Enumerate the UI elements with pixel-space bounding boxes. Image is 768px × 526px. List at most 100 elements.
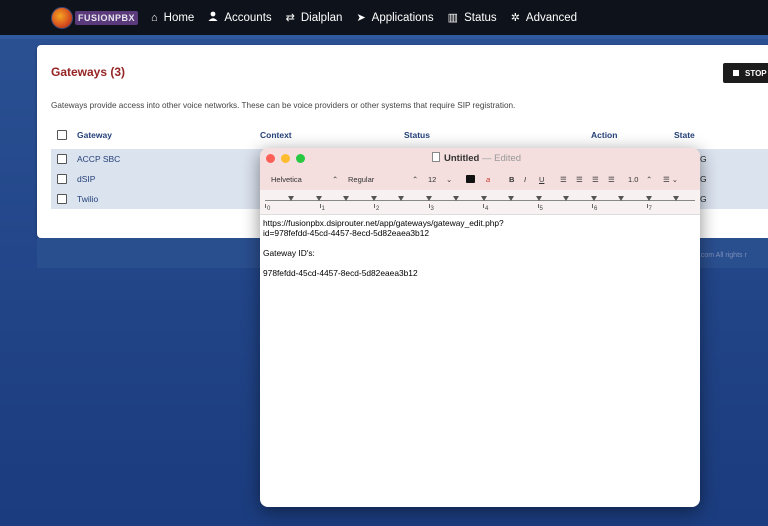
- text-color-swatch[interactable]: [466, 175, 475, 183]
- underline-button[interactable]: U: [539, 175, 544, 184]
- logo-text: FUSIONPBX: [75, 10, 139, 25]
- gateway-name-link[interactable]: Twilio: [77, 194, 98, 204]
- zoom-window-button[interactable]: [296, 154, 305, 163]
- nav-home[interactable]: ⌂ Home: [151, 12, 194, 24]
- tab-stop-marker[interactable]: [563, 196, 569, 201]
- column-state[interactable]: State: [674, 130, 695, 140]
- stop-button-label: STOP: [745, 68, 767, 78]
- tab-stop-marker[interactable]: [508, 196, 514, 201]
- row-state: G: [700, 194, 707, 204]
- tab-stop-marker[interactable]: [425, 196, 432, 201]
- nav-accounts-label: Accounts: [224, 11, 272, 24]
- font-style-chevron-icon[interactable]: ⌃: [412, 175, 418, 184]
- ruler-number: 2: [376, 206, 380, 212]
- close-window-button[interactable]: [266, 154, 275, 163]
- align-left-icon[interactable]: ☰: [560, 175, 567, 184]
- nav-dialplan[interactable]: ⇄ Dialplan: [285, 11, 343, 25]
- column-gateway[interactable]: Gateway: [77, 130, 112, 140]
- nav-home-label: Home: [163, 11, 195, 24]
- nav-advanced-label: Advanced: [525, 11, 578, 24]
- document-line: [263, 258, 693, 268]
- document-text-area[interactable]: https://fusionpbx.dsiprouter.net/app/gat…: [263, 218, 693, 278]
- gateway-name-link[interactable]: ACCP SBC: [77, 154, 120, 164]
- tab-stop-marker[interactable]: [343, 196, 349, 201]
- document-line: [263, 238, 693, 248]
- font-family-select[interactable]: Helvetica: [271, 175, 302, 184]
- nav-applications[interactable]: ➤ Applications: [356, 11, 433, 25]
- tab-stop-marker[interactable]: [673, 196, 679, 201]
- top-navbar: FUSIONPBX ⌂ Home Accounts ⇄ Dialplan ➤ A…: [0, 0, 768, 35]
- gateway-name-link[interactable]: dSIP: [77, 174, 95, 184]
- font-style-select[interactable]: Regular: [348, 175, 374, 184]
- nav-advanced[interactable]: ✲ Advanced: [511, 11, 578, 25]
- line-spacing-chevron-icon[interactable]: ⌃: [646, 175, 652, 184]
- tab-stop-marker[interactable]: [370, 196, 377, 201]
- nav-dialplan-label: Dialplan: [300, 11, 343, 24]
- document-line: Gateway ID's:: [263, 248, 315, 258]
- bold-button[interactable]: B: [509, 175, 514, 184]
- align-center-icon[interactable]: ☰: [576, 175, 583, 184]
- nav-status[interactable]: ▥ Status: [447, 11, 497, 25]
- tab-stop-marker[interactable]: [618, 196, 624, 201]
- column-action: Action: [591, 130, 618, 140]
- ruler-tick: [646, 204, 648, 208]
- tab-stop-marker[interactable]: [480, 196, 487, 201]
- tab-stop-marker[interactable]: [315, 196, 322, 201]
- tab-stop-marker[interactable]: [535, 196, 542, 201]
- home-icon: ⌂: [151, 11, 158, 24]
- document-line: https://fusionpbx.dsiprouter.net/app/gat…: [263, 218, 504, 228]
- ruler-tick: [483, 204, 484, 208]
- window-title: Untitled — Edited: [432, 152, 521, 164]
- textedit-window: Untitled — Edited Helvetica ⌃ Regular ⌃ …: [260, 148, 700, 507]
- tab-stop-marker[interactable]: [453, 196, 459, 201]
- ruler-number: 3: [430, 206, 434, 212]
- justify-icon[interactable]: ☰: [608, 175, 615, 184]
- row-checkbox[interactable]: [57, 154, 67, 164]
- nav-menu: ⌂ Home Accounts ⇄ Dialplan ➤ Application…: [151, 0, 591, 35]
- nav-accounts[interactable]: Accounts: [208, 11, 272, 24]
- ruler-number: 6: [594, 206, 598, 212]
- tab-stop-marker[interactable]: [398, 196, 404, 201]
- ruler-tick: [537, 204, 539, 208]
- column-status[interactable]: Status: [404, 130, 430, 140]
- align-right-icon[interactable]: ☰: [592, 175, 599, 184]
- row-checkbox[interactable]: [57, 194, 67, 204]
- tab-stop-marker[interactable]: [288, 196, 294, 201]
- ruler-number: 0: [267, 206, 271, 212]
- line-spacing-select[interactable]: 1.0: [628, 175, 638, 184]
- font-family-chevron-icon[interactable]: ⌃: [332, 175, 338, 184]
- page-description: Gateways provide access into other voice…: [51, 101, 516, 110]
- document-line: id=978fefdd-45cd-4457-8ecd-5d82eaea3b12: [263, 228, 430, 238]
- ruler-tick: [265, 204, 266, 208]
- stop-icon: [733, 70, 739, 76]
- fusionpbx-logo[interactable]: FUSIONPBX: [51, 6, 139, 29]
- select-all-checkbox[interactable]: [57, 130, 67, 140]
- table-header: Gateway Context Status Action State: [51, 127, 768, 143]
- ruler-number: 7: [648, 206, 652, 212]
- font-size-select[interactable]: 12: [428, 175, 436, 184]
- exchange-icon: ⇄: [285, 12, 295, 24]
- document-icon: [432, 152, 440, 162]
- stop-button[interactable]: STOP: [723, 63, 768, 83]
- tab-stop-marker[interactable]: [590, 196, 597, 201]
- ruler[interactable]: 0 1 2 3 4 5 6 7: [260, 190, 700, 215]
- highlight-color-icon[interactable]: a: [486, 175, 490, 184]
- row-state: G: [700, 174, 707, 184]
- row-state: G: [700, 154, 707, 164]
- column-context[interactable]: Context: [260, 130, 292, 140]
- tab-stop-marker[interactable]: [645, 196, 652, 201]
- paper-plane-icon: ➤: [356, 12, 366, 24]
- font-size-chevron-icon[interactable]: ⌄: [446, 175, 452, 184]
- user-icon: [208, 11, 218, 24]
- page-title: Gateways (3): [51, 65, 126, 79]
- nav-underline: [0, 35, 768, 39]
- chart-icon: ▥: [447, 12, 459, 24]
- minimize-window-button[interactable]: [281, 154, 290, 163]
- document-line: 978fefdd-45cd-4457-8ecd-5d82eaea3b12: [263, 268, 418, 278]
- list-style-icon[interactable]: ☰ ⌄: [663, 175, 678, 184]
- italic-button[interactable]: I: [524, 175, 526, 184]
- logo-icon: [51, 6, 73, 29]
- row-checkbox[interactable]: [57, 174, 67, 184]
- window-titlebar[interactable]: Untitled — Edited: [260, 148, 700, 168]
- nav-status-label: Status: [464, 11, 497, 24]
